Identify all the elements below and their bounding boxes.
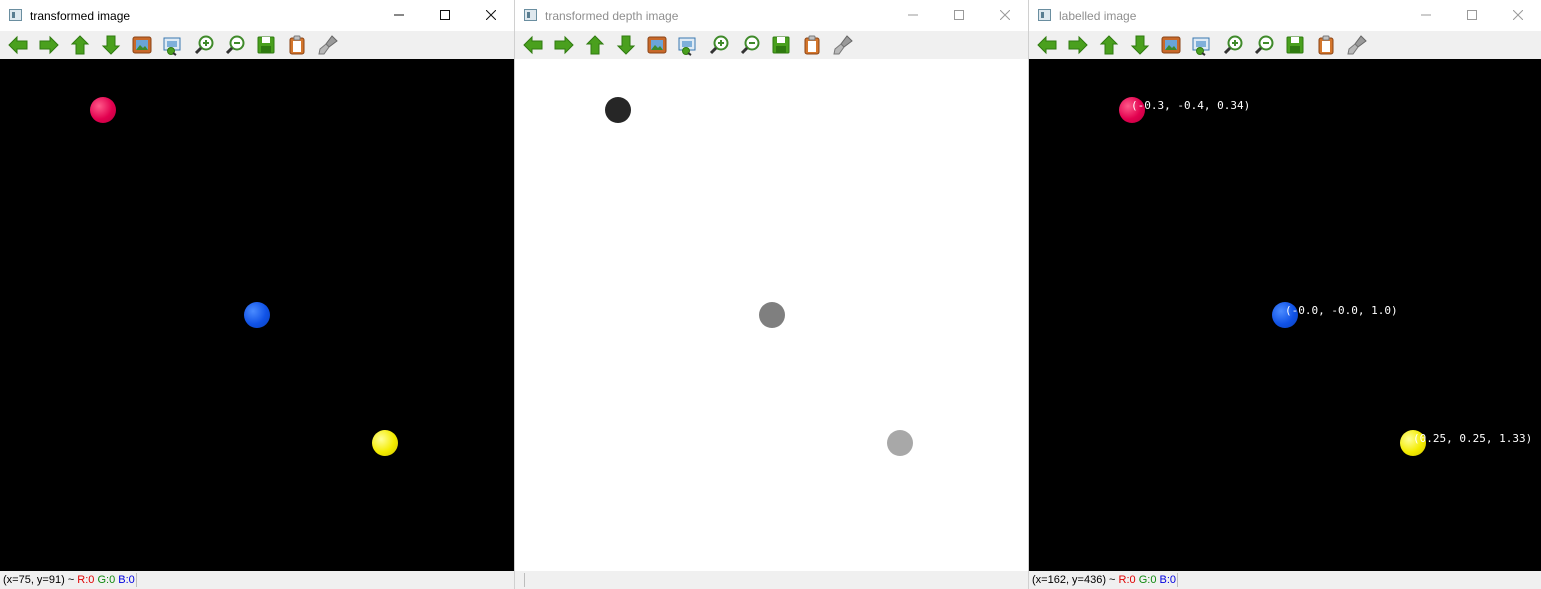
status-bar: (x=162, y=436) ~ R:0 G:0 B:0 (1029, 571, 1541, 589)
maximize-button[interactable] (936, 0, 982, 31)
title-bar[interactable]: transformed image (0, 0, 514, 31)
zoom-region-icon[interactable] (162, 34, 184, 56)
minimize-button[interactable] (890, 0, 936, 31)
app-window-icon (9, 9, 22, 21)
close-button[interactable] (468, 0, 514, 31)
status-green-value: G:0 (97, 574, 116, 586)
zoom-in-icon[interactable] (193, 34, 215, 56)
image-canvas[interactable] (0, 59, 514, 571)
status-coords: (x=75, y=91) ~ (3, 574, 78, 586)
blue-ball-label: (-0.0, -0.0, 1.0) (1285, 304, 1398, 317)
status-green-value: G:0 (1138, 574, 1157, 586)
app-window-icon (524, 9, 537, 21)
zoom-to-fit-icon[interactable] (646, 34, 668, 56)
zoom-out-icon[interactable] (224, 34, 246, 56)
zoom-to-fit-icon[interactable] (1160, 34, 1182, 56)
window-title: labelled image (1059, 9, 1137, 23)
title-bar[interactable]: labelled image (1029, 0, 1541, 31)
blue-ball (244, 302, 270, 328)
status-red-value: R:0 (1118, 574, 1136, 586)
red-ball-label: (-0.3, -0.4, 0.34) (1131, 99, 1251, 112)
status-blue-value: B:0 (1159, 574, 1177, 586)
toolbar (515, 31, 1028, 59)
save-icon[interactable] (255, 34, 277, 56)
window-title: transformed depth image (545, 9, 679, 23)
maximize-button[interactable] (1449, 0, 1495, 31)
yellow-ball-label: (0.25, 0.25, 1.33) (1413, 432, 1533, 445)
properties-brush-icon[interactable] (832, 34, 854, 56)
pan-up-icon[interactable] (1098, 34, 1120, 56)
pan-down-icon[interactable] (1129, 34, 1151, 56)
status-bar (515, 571, 1028, 589)
minimize-button[interactable] (376, 0, 422, 31)
status-coords: (x=162, y=436) ~ (1032, 574, 1119, 586)
status-divider (524, 573, 525, 588)
close-button[interactable] (982, 0, 1028, 31)
window-transformed-depth-image[interactable]: transformed depth image (514, 0, 1028, 589)
zoom-out-icon[interactable] (1253, 34, 1275, 56)
status-divider (1177, 573, 1179, 588)
mid-depth-ball (759, 302, 785, 328)
copy-to-clipboard-icon[interactable] (286, 34, 308, 56)
window-labelled-image[interactable]: labelled image (-0.3, -0.4, 0.34) (-0.0,… (1028, 0, 1541, 589)
pan-up-icon[interactable] (584, 34, 606, 56)
app-window-icon (1038, 9, 1051, 21)
labelled-image-canvas[interactable]: (-0.3, -0.4, 0.34) (-0.0, -0.0, 1.0) (0.… (1029, 59, 1541, 571)
zoom-region-icon[interactable] (1191, 34, 1213, 56)
pan-left-icon[interactable] (7, 34, 29, 56)
zoom-region-icon[interactable] (677, 34, 699, 56)
near-depth-ball (605, 97, 631, 123)
window-transformed-image[interactable]: transformed image (x=75, y=91) ~ R:0 G:0… (0, 0, 514, 589)
pan-down-icon[interactable] (615, 34, 637, 56)
properties-brush-icon[interactable] (317, 34, 339, 56)
zoom-in-icon[interactable] (708, 34, 730, 56)
toolbar (1029, 31, 1541, 59)
status-blue-value: B:0 (118, 574, 135, 586)
maximize-button[interactable] (422, 0, 468, 31)
copy-to-clipboard-icon[interactable] (1315, 34, 1337, 56)
depth-image-canvas[interactable] (515, 59, 1028, 571)
close-button[interactable] (1495, 0, 1541, 31)
pan-right-icon[interactable] (38, 34, 60, 56)
zoom-out-icon[interactable] (739, 34, 761, 56)
pan-right-icon[interactable] (553, 34, 575, 56)
status-red-value: R:0 (77, 574, 95, 586)
toolbar (0, 31, 514, 59)
minimize-button[interactable] (1403, 0, 1449, 31)
save-icon[interactable] (1284, 34, 1306, 56)
pan-right-icon[interactable] (1067, 34, 1089, 56)
copy-to-clipboard-icon[interactable] (801, 34, 823, 56)
status-bar: (x=75, y=91) ~ R:0 G:0 B:0 (0, 571, 514, 589)
window-title: transformed image (30, 9, 131, 23)
pan-down-icon[interactable] (100, 34, 122, 56)
status-divider (135, 573, 137, 588)
properties-brush-icon[interactable] (1346, 34, 1368, 56)
red-ball (90, 97, 116, 123)
save-icon[interactable] (770, 34, 792, 56)
pan-up-icon[interactable] (69, 34, 91, 56)
far-depth-ball (887, 430, 913, 456)
pan-left-icon[interactable] (522, 34, 544, 56)
yellow-ball (372, 430, 398, 456)
pan-left-icon[interactable] (1036, 34, 1058, 56)
zoom-to-fit-icon[interactable] (131, 34, 153, 56)
title-bar[interactable]: transformed depth image (515, 0, 1028, 31)
zoom-in-icon[interactable] (1222, 34, 1244, 56)
